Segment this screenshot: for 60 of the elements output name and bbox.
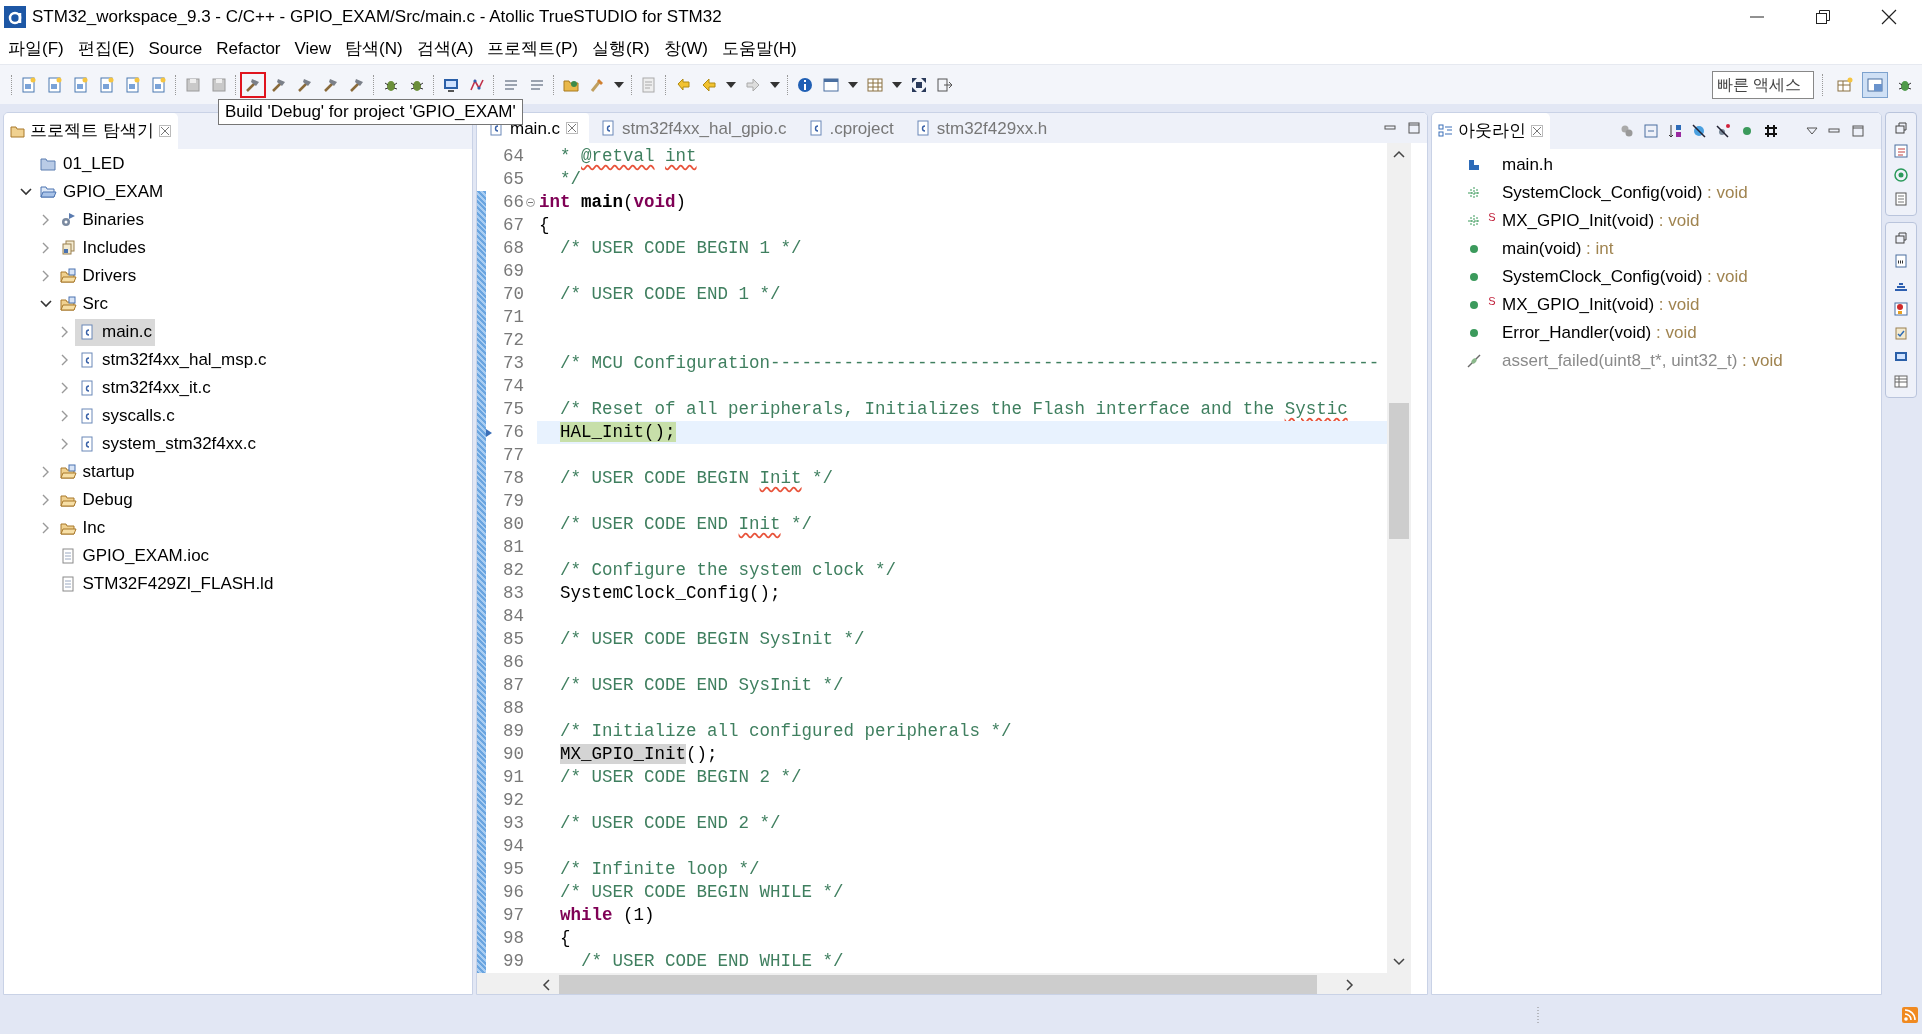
line-number: 65 bbox=[502, 168, 524, 192]
line-number: 84 bbox=[502, 605, 524, 629]
line-number: 87 bbox=[502, 674, 524, 698]
line-number: 72 bbox=[502, 329, 524, 353]
code-line: /* USER CODE BEGIN 2 */ bbox=[559, 766, 802, 790]
line-number: 99 bbox=[502, 950, 524, 973]
line-number: 94 bbox=[502, 835, 524, 859]
line-number: 86 bbox=[502, 651, 524, 675]
code-line: /* Reset of all peripherals, Initializes the Flash interface and the Systic bbox=[559, 398, 1348, 422]
line-number: 97 bbox=[502, 904, 524, 928]
line-number: 78 bbox=[502, 467, 524, 491]
code-line: SystemClock_Config(); bbox=[559, 582, 781, 606]
line-number: 79 bbox=[502, 490, 524, 514]
line-number: 93 bbox=[502, 812, 524, 836]
code-line: */ bbox=[559, 168, 582, 192]
line-number: 74 bbox=[502, 375, 524, 399]
line-number: 76 bbox=[502, 421, 524, 445]
tooltip: Build 'Debug' for project 'GPIO_EXAM' bbox=[218, 99, 523, 125]
line-number: 88 bbox=[502, 697, 524, 721]
line-number: 66 bbox=[502, 191, 524, 215]
line-number: 67 bbox=[502, 214, 524, 238]
line-number: 71 bbox=[502, 306, 524, 330]
code-line: /* Infinite loop */ bbox=[559, 858, 760, 882]
code-line: /* USER CODE END 1 */ bbox=[559, 283, 781, 307]
code-line: { bbox=[559, 927, 571, 951]
window-title: STM32_workspace_9.3 - C/C++ - GPIO_EXAM/Src/main.c - Atollic TrueSTUDIO for STM32 bbox=[32, 6, 722, 29]
code-line: /* Initialize all configured peripherals */ bbox=[559, 720, 1012, 744]
code-line: /* USER CODE END WHILE */ bbox=[580, 950, 844, 973]
line-number: 82 bbox=[502, 559, 524, 583]
line-number: 77 bbox=[502, 444, 524, 468]
line-number: 85 bbox=[502, 628, 524, 652]
line-number: 95 bbox=[502, 858, 524, 882]
line-number: 98 bbox=[502, 927, 524, 951]
line-number: 90 bbox=[502, 743, 524, 767]
line-number: 80 bbox=[502, 513, 524, 537]
code-line: /* USER CODE END 2 */ bbox=[559, 812, 781, 836]
line-number: 73 bbox=[502, 352, 524, 376]
line-number: 70 bbox=[502, 283, 524, 307]
code-line: /* USER CODE END Init */ bbox=[559, 513, 813, 537]
code-line: /* USER CODE BEGIN WHILE */ bbox=[559, 881, 844, 905]
line-number: 96 bbox=[502, 881, 524, 905]
line-number: 89 bbox=[502, 720, 524, 744]
line-number: 75 bbox=[502, 398, 524, 422]
code-line: /* MCU Configuration---------------------------------------------------------- bbox=[559, 352, 1380, 376]
code-line: * @retval int bbox=[559, 145, 697, 169]
line-number: 81 bbox=[502, 536, 524, 560]
line-number: 92 bbox=[502, 789, 524, 813]
code-line: /* Configure the system clock */ bbox=[559, 559, 897, 583]
code-line: { bbox=[538, 214, 550, 238]
line-number: 64 bbox=[502, 145, 524, 169]
code-line: /* USER CODE BEGIN Init */ bbox=[559, 467, 834, 491]
code-line: /* USER CODE END SysInit */ bbox=[559, 674, 844, 698]
code-line: while (1) bbox=[559, 904, 655, 928]
line-number: 68 bbox=[502, 237, 524, 261]
code-line: /* USER CODE BEGIN 1 */ bbox=[559, 237, 802, 261]
code-line: int main(void) bbox=[538, 191, 687, 215]
line-number: 83 bbox=[502, 582, 524, 606]
code-line: /* USER CODE BEGIN SysInit */ bbox=[559, 628, 865, 652]
line-number: 69 bbox=[502, 260, 524, 284]
line-number: 91 bbox=[502, 766, 524, 790]
